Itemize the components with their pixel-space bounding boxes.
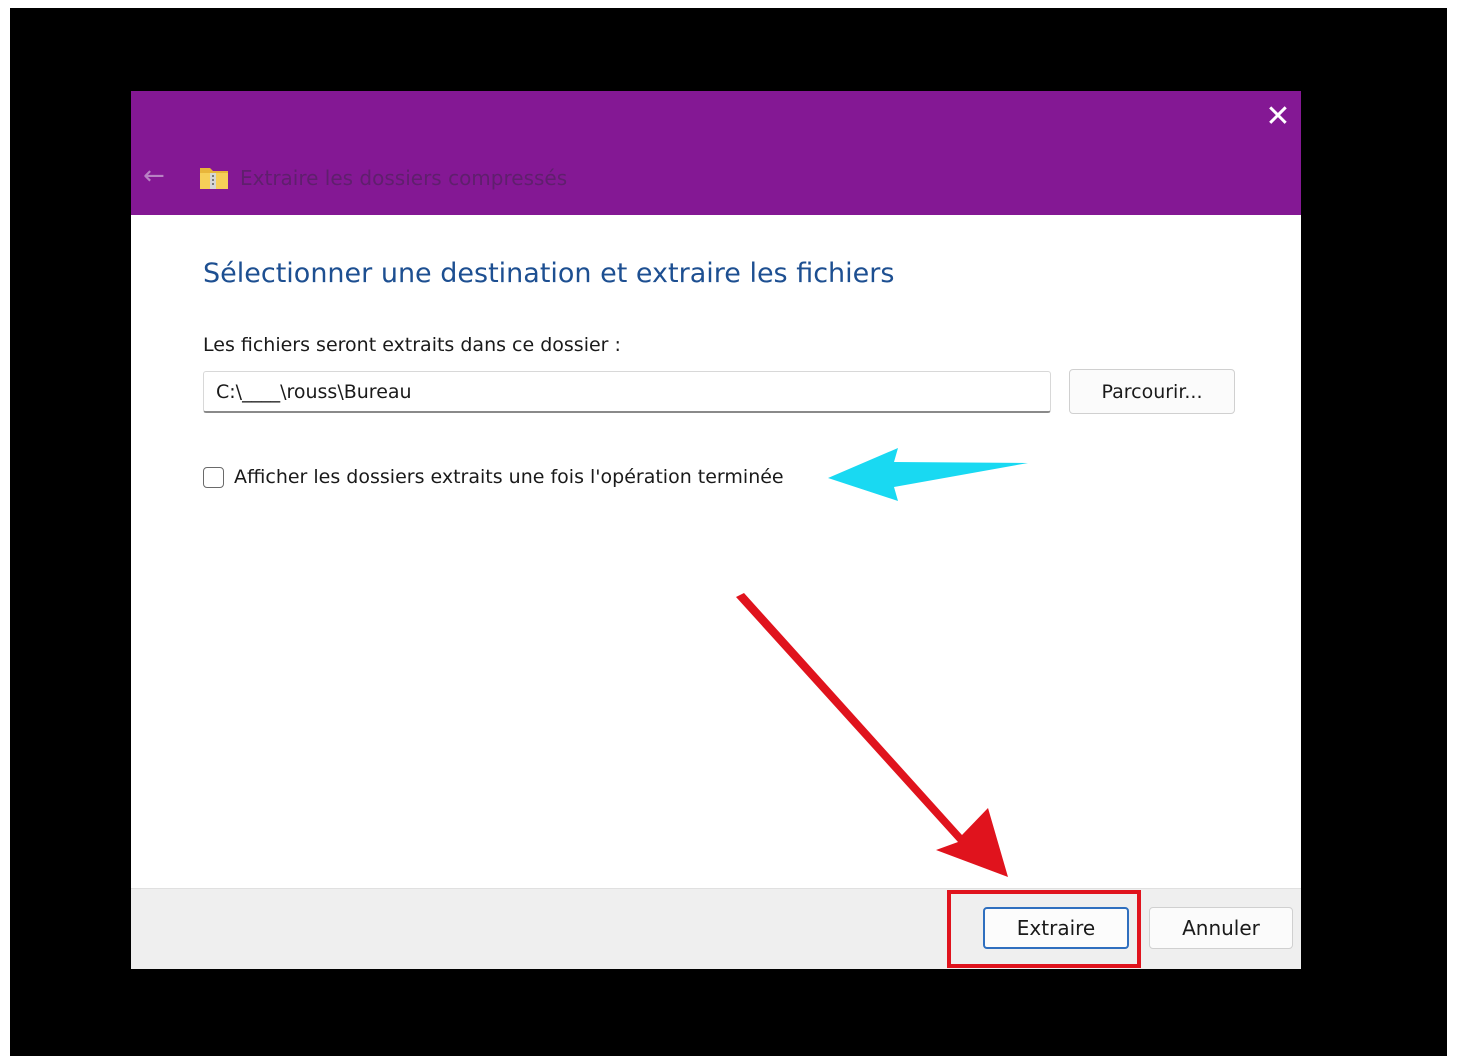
show-folder-checkbox[interactable] xyxy=(203,466,224,488)
show-folder-checkbox-label: Afficher les dossiers extraits une fois … xyxy=(234,466,784,488)
folder-zip-icon xyxy=(200,168,228,189)
cancel-button[interactable]: Annuler xyxy=(1149,907,1293,949)
extract-button[interactable]: Extraire xyxy=(983,907,1129,949)
window-title: Extraire les dossiers compressés xyxy=(240,166,568,190)
title-bar: ✕ ← Extraire les dossiers compressés xyxy=(131,91,1301,215)
page-heading: Sélectionner une destination et extraire… xyxy=(203,258,895,289)
close-icon[interactable]: ✕ xyxy=(1255,91,1301,143)
extract-dialog: ✕ ← Extraire les dossiers compressés Sél… xyxy=(131,91,1301,969)
browse-button[interactable]: Parcourir... xyxy=(1069,369,1235,414)
show-folder-option[interactable]: Afficher les dossiers extraits une fois … xyxy=(203,463,784,491)
back-arrow-icon[interactable]: ← xyxy=(143,163,165,189)
destination-path-input[interactable] xyxy=(203,371,1051,413)
destination-label: Les fichiers seront extraits dans ce dos… xyxy=(203,334,621,356)
